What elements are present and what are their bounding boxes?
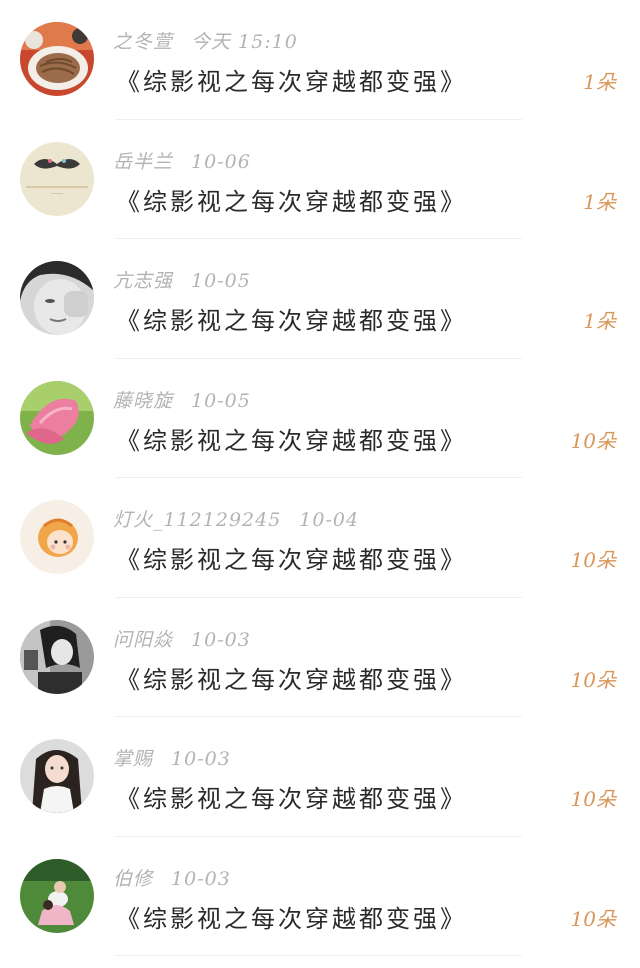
- book-title: 《综影视之每次穿越都变强》: [116, 904, 467, 933]
- send-date: 10-03: [191, 628, 251, 651]
- list-item[interactable]: 灯火_112129245 10-04 《综影视之每次穿越都变强》 10朵: [0, 478, 640, 598]
- send-date: 10-04: [299, 509, 360, 531]
- list-item[interactable]: 伯修 10-03 《综影视之每次穿越都变强》 10朵: [0, 837, 640, 956]
- divider: [115, 955, 522, 956]
- sender-meta: 伯修 10-03: [113, 864, 231, 891]
- flower-count: 10朵: [570, 548, 616, 572]
- list-item[interactable]: …… 岳半兰 10-06 《综影视之每次穿越都变强》 1朵: [0, 120, 640, 239]
- mustache-avatar[interactable]: ……: [20, 141, 94, 216]
- couple-grass-avatar[interactable]: [20, 858, 94, 933]
- cartoon-girl-avatar[interactable]: [20, 500, 94, 574]
- flower-count: 1朵: [583, 189, 616, 214]
- sender-name: 亢志强: [113, 270, 174, 292]
- flower-count: 10朵: [570, 787, 616, 811]
- sender-meta: 岳半兰 10-06: [113, 147, 251, 174]
- sender-name: 之冬萱: [113, 31, 174, 53]
- flower-count: 1朵: [583, 70, 616, 94]
- book-title: 《综影视之每次穿越都变强》: [116, 187, 467, 216]
- bw-face-avatar[interactable]: [20, 261, 94, 335]
- book-title: 《综影视之每次穿越都变强》: [116, 307, 467, 335]
- flower-count: 1朵: [583, 309, 616, 333]
- list-item[interactable]: 藤晓旋 10-05 《综影视之每次穿越都变强》 10朵: [0, 359, 640, 478]
- list-item[interactable]: 掌赐 10-03 《综影视之每次穿越都变强》 10朵: [0, 717, 640, 837]
- sender-meta: 掌赐 10-03: [113, 744, 231, 771]
- book-title: 《综影视之每次穿越都变强》: [116, 426, 467, 455]
- flower-count: 10朵: [570, 428, 616, 453]
- sender-meta: 之冬萱 今天 15:10: [113, 27, 298, 54]
- lotus-avatar[interactable]: [20, 380, 94, 455]
- send-date: 10-03: [171, 748, 231, 770]
- send-date: 10-03: [171, 867, 231, 890]
- book-title: 《综影视之每次穿越都变强》: [116, 546, 467, 574]
- send-date: 10-05: [191, 389, 251, 412]
- list-item[interactable]: 问阳焱 10-03 《综影视之每次穿越都变强》 10朵: [0, 598, 640, 717]
- send-date: 今天 15:10: [191, 31, 298, 53]
- sender-name: 灯火_112129245: [113, 509, 282, 531]
- sender-meta: 藤晓旋 10-05: [113, 386, 251, 413]
- flower-count: 10朵: [570, 667, 616, 692]
- sender-name: 岳半兰: [113, 150, 174, 173]
- gift-list: 之冬萱 今天 15:10 《综影视之每次穿越都变强》 1朵 …… 岳半兰 10-06…: [0, 0, 640, 968]
- sender-name: 伯修: [113, 867, 154, 890]
- send-date: 10-06: [191, 150, 251, 173]
- book-title: 《综影视之每次穿越都变强》: [116, 785, 467, 813]
- send-date: 10-05: [191, 270, 251, 292]
- flower-count: 10朵: [570, 906, 616, 931]
- book-title: 《综影视之每次穿越都变强》: [116, 68, 467, 96]
- list-item[interactable]: 亢志强 10-05 《综影视之每次穿越都变强》 1朵: [0, 239, 640, 359]
- sender-meta: 灯火_112129245 10-04: [113, 505, 359, 532]
- list-item[interactable]: 之冬萱 今天 15:10 《综影视之每次穿越都变强》 1朵: [0, 0, 640, 120]
- sender-name: 藤晓旋: [113, 389, 174, 412]
- girl-photo-avatar[interactable]: [20, 739, 94, 813]
- food-plate-avatar[interactable]: [20, 22, 94, 96]
- sender-meta: 问阳焱 10-03: [113, 625, 251, 652]
- sender-meta: 亢志强 10-05: [113, 266, 251, 293]
- sender-name: 问阳焱: [113, 628, 174, 651]
- sender-name: 掌赐: [113, 748, 154, 770]
- bw-person-avatar[interactable]: [20, 619, 94, 694]
- svg-text:……: ……: [51, 189, 63, 196]
- book-title: 《综影视之每次穿越都变强》: [116, 665, 467, 694]
